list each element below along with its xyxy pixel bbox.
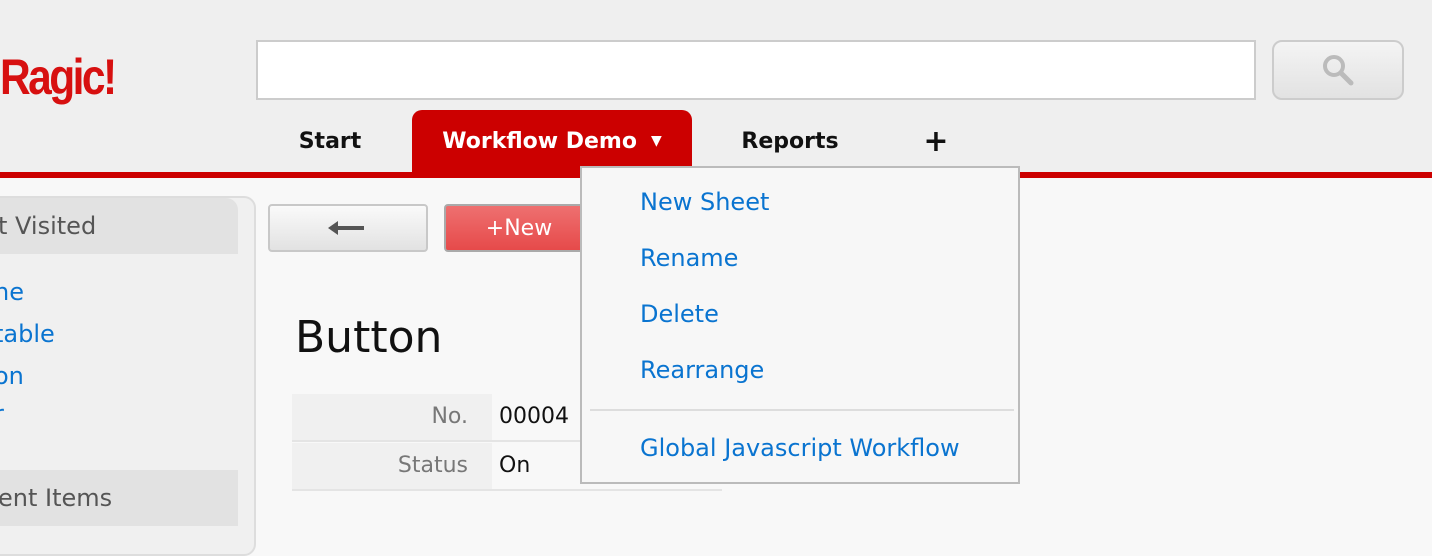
section-title: t Visited (0, 212, 97, 240)
tab-label: Reports (741, 128, 839, 154)
menu-item-global-javascript-workflow[interactable]: Global Javascript Workflow (640, 434, 960, 462)
search-button[interactable] (1272, 40, 1404, 100)
search-input[interactable] (256, 40, 1256, 100)
field-value: On (499, 453, 531, 478)
sidebar-link[interactable]: ne (0, 278, 24, 306)
ragic-logo[interactable]: Ragic! (0, 48, 117, 106)
plus-icon: + (923, 123, 949, 159)
magnifier-icon (1323, 55, 1354, 86)
tab-dropdown-menu: New Sheet Rename Delete Rearrange Global… (580, 166, 1020, 484)
field-label: No. (292, 394, 492, 440)
menu-item-new-sheet[interactable]: New Sheet (640, 188, 769, 216)
menu-item-rearrange[interactable]: Rearrange (640, 356, 764, 384)
new-record-button[interactable]: +New (444, 204, 594, 252)
tab-reports[interactable]: Reports (730, 110, 850, 172)
tab-label: Workflow Demo (442, 128, 637, 154)
tab-start[interactable]: Start (280, 110, 380, 172)
sidebar-link[interactable]: table (0, 320, 55, 348)
menu-item-rename[interactable]: Rename (640, 244, 738, 272)
menu-item-delete[interactable]: Delete (640, 300, 719, 328)
sidebar-section-recent: ent Items (0, 470, 238, 526)
tab-label: Start (298, 128, 362, 154)
page-title: Button (295, 312, 443, 363)
back-button[interactable] (268, 204, 428, 252)
field-value: 00004 (499, 404, 569, 429)
menu-divider (590, 409, 1014, 411)
left-arrow-icon (328, 221, 364, 235)
sidebar-link[interactable]: r (0, 400, 4, 428)
sidebar: t Visited ne table on r ent Items (0, 196, 256, 556)
caret-down-icon[interactable]: ▼ (651, 133, 662, 149)
sidebar-section-visited: t Visited (0, 198, 238, 254)
add-tab-button[interactable]: + (916, 110, 956, 172)
section-title: ent Items (0, 484, 113, 512)
field-label: Status (292, 443, 492, 489)
tab-workflow-demo[interactable]: Workflow Demo ▼ (412, 110, 692, 172)
sidebar-link[interactable]: on (0, 362, 24, 390)
